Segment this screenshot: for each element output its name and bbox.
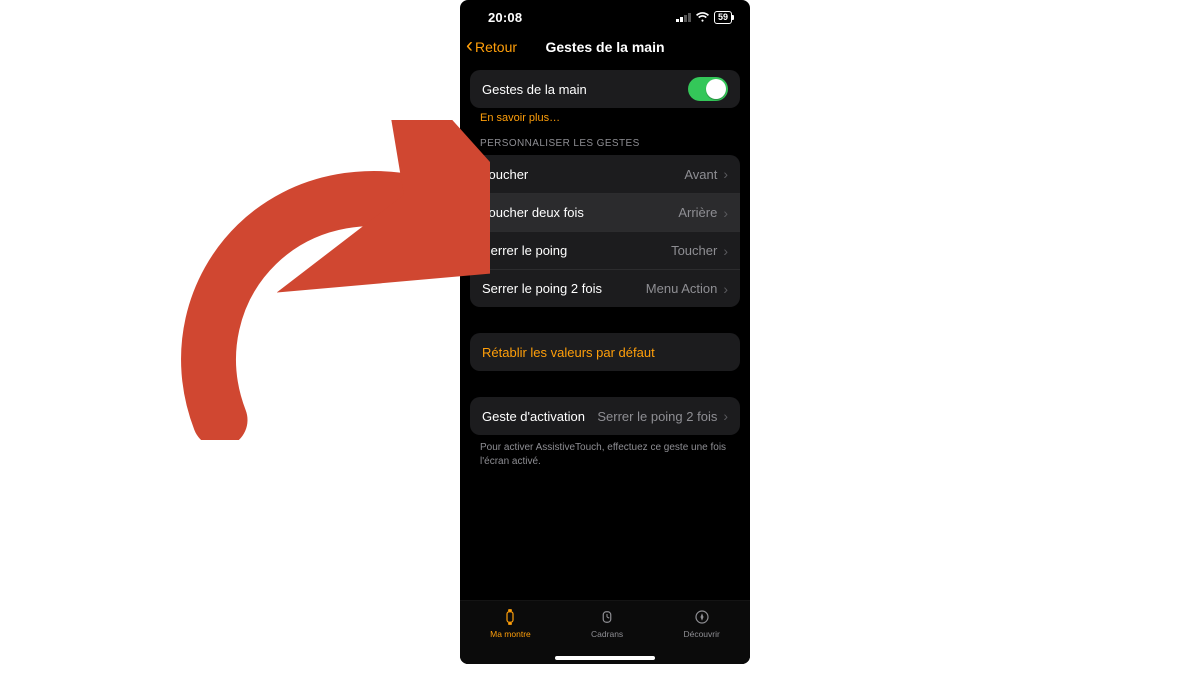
back-label: Retour xyxy=(475,39,517,55)
cell-reset-defaults[interactable]: Rétablir les valeurs par défaut xyxy=(470,333,740,371)
gesture-value: Menu Action xyxy=(646,281,718,296)
group-reset: Rétablir les valeurs par défaut xyxy=(470,333,740,371)
tab-label: Découvrir xyxy=(683,629,719,639)
learn-more-link[interactable]: En savoir plus… xyxy=(480,112,560,124)
battery-percent: 59 xyxy=(714,11,732,24)
section-header-customize: PERSONNALISER LES GESTES xyxy=(480,138,750,149)
tab-bar: Ma montre Cadrans Découvrir xyxy=(460,600,750,664)
tab-label: Ma montre xyxy=(490,629,531,639)
tab-faces[interactable]: Cadrans xyxy=(591,607,623,639)
cell-gesture-fist[interactable]: Serrer le poing Toucher › xyxy=(470,231,740,269)
cell-gesture-double-fist[interactable]: Serrer le poing 2 fois Menu Action › xyxy=(470,269,740,307)
status-time: 20:08 xyxy=(488,10,522,25)
reset-label: Rétablir les valeurs par défaut xyxy=(482,345,655,360)
status-right: 59 xyxy=(676,11,732,24)
gesture-value: Arrière xyxy=(678,205,717,220)
switch-on-icon[interactable] xyxy=(688,77,728,101)
chevron-right-icon: › xyxy=(723,282,728,296)
battery-icon: 59 xyxy=(714,11,732,24)
iphone-frame: 20:08 59 ‹ Retour Gestes de la main xyxy=(460,0,750,664)
activation-label: Geste d'activation xyxy=(482,409,585,424)
cell-hand-gestures-toggle[interactable]: Gestes de la main xyxy=(470,70,740,108)
gesture-value: Avant xyxy=(684,167,717,182)
arrow-icon xyxy=(180,120,490,440)
activation-footnote: Pour activer AssistiveTouch, effectuez c… xyxy=(480,441,730,468)
gesture-label: Toucher deux fois xyxy=(482,205,584,220)
chevron-right-icon: › xyxy=(723,206,728,220)
cell-gesture-tap[interactable]: Toucher Avant › xyxy=(470,155,740,193)
status-bar: 20:08 59 xyxy=(460,0,750,30)
canvas: 20:08 59 ‹ Retour Gestes de la main xyxy=(0,0,1200,675)
tab-label: Cadrans xyxy=(591,629,623,639)
chevron-right-icon: › xyxy=(723,409,728,423)
gesture-label: Toucher xyxy=(482,167,528,182)
group-activation: Geste d'activation Serrer le poing 2 foi… xyxy=(470,397,740,435)
wifi-icon xyxy=(696,12,709,22)
group-gestures: Toucher Avant › Toucher deux fois Arrièr… xyxy=(470,155,740,307)
back-button[interactable]: ‹ Retour xyxy=(460,39,517,55)
watch-face-icon xyxy=(597,607,617,627)
chevron-right-icon: › xyxy=(723,244,728,258)
gesture-value: Toucher xyxy=(671,243,717,258)
chevron-right-icon: › xyxy=(723,167,728,181)
chevron-left-icon: ‹ xyxy=(466,39,473,53)
gesture-label: Serrer le poing xyxy=(482,243,567,258)
cell-activation-gesture[interactable]: Geste d'activation Serrer le poing 2 foi… xyxy=(470,397,740,435)
home-indicator xyxy=(555,656,655,660)
tab-discover[interactable]: Découvrir xyxy=(683,607,719,639)
toggle-label: Gestes de la main xyxy=(482,82,587,97)
annotation-arrow xyxy=(180,120,490,440)
activation-value: Serrer le poing 2 fois xyxy=(597,409,717,424)
gesture-label: Serrer le poing 2 fois xyxy=(482,281,602,296)
tab-my-watch[interactable]: Ma montre xyxy=(490,607,531,639)
cell-gesture-double-tap[interactable]: Toucher deux fois Arrière › xyxy=(470,193,740,231)
group-main-toggle: Gestes de la main xyxy=(470,70,740,108)
cellular-icon xyxy=(676,12,691,22)
watch-icon xyxy=(500,607,520,627)
nav-header: ‹ Retour Gestes de la main xyxy=(460,30,750,64)
compass-icon xyxy=(692,607,712,627)
